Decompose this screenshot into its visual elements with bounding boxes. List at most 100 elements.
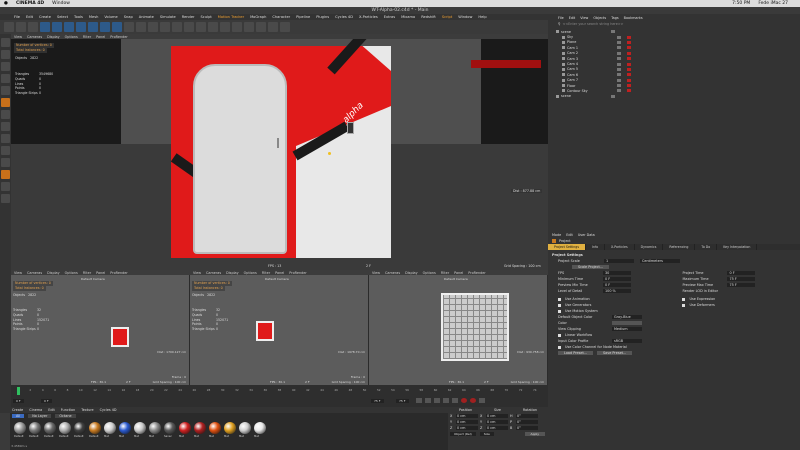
visibility-dots[interactable] [617, 78, 621, 82]
viewport-menu-filter[interactable]: Filter [83, 35, 91, 39]
window-menu[interactable]: Window [52, 1, 70, 6]
next-frame-icon[interactable] [443, 398, 449, 403]
small-viewport-3[interactable]: Default Camera Dist : 930.758 cm FPS : 30.… [369, 275, 547, 385]
apple-icon[interactable]: ● [4, 1, 8, 6]
material-swatch[interactable]: Sanec [164, 422, 178, 442]
checkbox[interactable] [682, 303, 686, 307]
timeline[interactable]: 0246810121416182022242628303234363840424… [11, 385, 548, 407]
tag-icon[interactable] [627, 73, 631, 77]
door-thumbnail[interactable] [256, 321, 274, 341]
menu-render[interactable]: Render [182, 15, 195, 19]
coord-system-icon[interactable] [112, 22, 122, 32]
material-filter-tab[interactable]: All [12, 414, 25, 418]
menu-file[interactable]: File [14, 15, 20, 19]
material-swatch[interactable]: Mat [119, 422, 133, 442]
render-settings-icon[interactable] [148, 22, 158, 32]
sculpt-icon[interactable] [1, 182, 10, 191]
door-thumbnail[interactable] [441, 293, 509, 361]
viewport-menu-view[interactable]: View [14, 271, 22, 275]
menu-mograph[interactable]: MoGraph [250, 15, 266, 19]
field-input[interactable]: 0 F [603, 283, 631, 287]
visibility-dots[interactable] [617, 46, 621, 50]
menu-plugins[interactable]: Plugins [316, 15, 329, 19]
object-menu-bookmarks[interactable]: Bookmarks [624, 16, 643, 20]
material-swatch[interactable]: Mat [179, 422, 193, 442]
tag-icon[interactable] [627, 35, 631, 39]
undo-icon[interactable] [4, 22, 14, 32]
object-menu-tags[interactable]: Tags [611, 16, 619, 20]
material-menu-texture[interactable]: Texture [81, 408, 93, 412]
coord-mode-dropdown[interactable]: Object (Rel) [450, 432, 476, 436]
tag-icon[interactable] [627, 46, 631, 50]
menu-snap[interactable]: Snap [124, 15, 133, 19]
coord-field[interactable]: 0 cm [486, 426, 508, 430]
material-swatch[interactable]: Default [29, 422, 43, 442]
viewport-menu-display[interactable]: Display [47, 35, 60, 39]
viewport-menu-panel[interactable]: Panel [96, 35, 105, 39]
attribute-tab[interactable]: Key Interpolation [717, 244, 758, 250]
viewport-menu-cameras[interactable]: Cameras [27, 35, 42, 39]
checkbox[interactable] [558, 303, 561, 307]
view-clipping-dropdown[interactable]: Medium [612, 327, 642, 331]
viewport-menu-display[interactable]: Display [405, 271, 418, 275]
viewport-menu-options[interactable]: Options [65, 271, 78, 275]
material-swatch[interactable]: Mat [194, 422, 208, 442]
lock-icon[interactable] [1, 158, 10, 167]
visibility-dots[interactable] [617, 73, 621, 77]
material-menu-create[interactable]: Create [12, 408, 23, 412]
menu-create[interactable]: Create [39, 15, 51, 19]
viewport-menu-filter[interactable]: Filter [83, 271, 91, 275]
edges-mode-icon[interactable] [1, 86, 10, 95]
texture-mode-icon[interactable] [1, 50, 10, 59]
scale-unit-dropdown[interactable]: Centimeters [640, 259, 680, 263]
color-swatch[interactable] [612, 321, 642, 325]
light-icon[interactable] [244, 22, 254, 32]
tweak-icon[interactable] [1, 122, 10, 131]
viewport-menu-cameras[interactable]: Cameras [385, 271, 400, 275]
snapping-icon[interactable] [1, 134, 10, 143]
coord-field[interactable]: 0 cm [486, 414, 508, 418]
solo-icon[interactable] [1, 146, 10, 155]
viewport-menu-options[interactable]: Options [423, 271, 436, 275]
visibility-dots[interactable] [617, 62, 621, 66]
workplane-icon[interactable] [280, 22, 290, 32]
door-thumbnail[interactable] [111, 327, 129, 347]
viewport-menu-options[interactable]: Options [244, 271, 257, 275]
viewport-menu-panel[interactable]: Panel [454, 271, 463, 275]
viewport-menu-prorender[interactable]: ProRender [289, 271, 306, 275]
attribute-tab[interactable]: Info [586, 244, 606, 250]
material-filter-tab[interactable]: Octane [55, 414, 76, 418]
viewport-menu-view[interactable]: View [14, 35, 22, 39]
menu-x-particles[interactable]: X-Particles [359, 15, 378, 19]
size-mode-dropdown[interactable]: Size [479, 432, 494, 436]
uv-icon[interactable] [1, 194, 10, 203]
checkbox[interactable] [682, 297, 686, 301]
material-swatch[interactable]: Mat [104, 422, 118, 442]
attribute-menu-user-data[interactable]: User Data [578, 233, 595, 237]
tag-icon[interactable] [627, 51, 631, 55]
scale-icon[interactable] [52, 22, 62, 32]
camera-icon[interactable] [232, 22, 242, 32]
material-swatch[interactable]: Default [44, 422, 58, 442]
subdivision-icon[interactable] [184, 22, 194, 32]
attribute-menu-edit[interactable]: Edit [566, 233, 573, 237]
snap-icon[interactable] [268, 22, 278, 32]
axis-mode-icon[interactable] [1, 110, 10, 119]
material-swatch[interactable]: Mat [239, 422, 253, 442]
small-viewport-2[interactable]: Default Camera Number of vertices: 0 Total… [190, 275, 368, 385]
apply-button[interactable]: Apply [524, 432, 545, 436]
field-input[interactable]: 100 % [603, 289, 631, 293]
material-swatch[interactable]: Mat [254, 422, 268, 442]
points-mode-icon[interactable] [1, 74, 10, 83]
menu-extras[interactable]: Extras [384, 15, 395, 19]
object-menu-objects[interactable]: Objects [593, 16, 606, 20]
load-preset-button[interactable]: Load Preset... [558, 351, 594, 355]
viewport-menu-cameras[interactable]: Cameras [27, 271, 42, 275]
object-menu-edit[interactable]: Edit [569, 16, 576, 20]
viewport-menu-cameras[interactable]: Cameras [206, 271, 221, 275]
menu-cycles-4d[interactable]: Cycles 4D [335, 15, 353, 19]
scale-field[interactable]: 1 [604, 259, 634, 263]
array-icon[interactable] [196, 22, 206, 32]
attribute-tab[interactable]: Referencing [663, 244, 696, 250]
attribute-tab[interactable]: Dynamics [635, 244, 664, 250]
